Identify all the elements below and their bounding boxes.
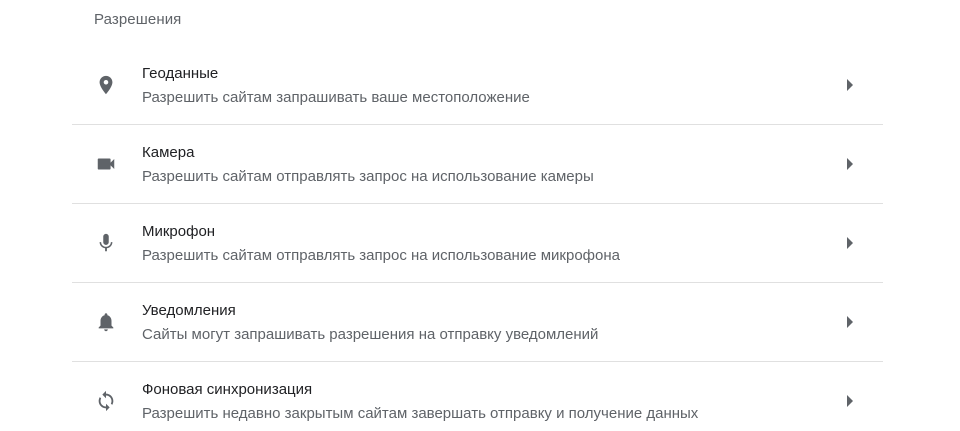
permission-row-notifications[interactable]: Уведомления Сайты могут запрашивать разр… — [72, 283, 883, 362]
permission-row-camera[interactable]: Камера Разрешить сайтам отправлять запро… — [72, 125, 883, 204]
permissions-list: Геоданные Разрешить сайтам запрашивать в… — [72, 46, 883, 431]
permission-description: Разрешить недавно закрытым сайтам заверш… — [142, 405, 699, 422]
chevron-right-icon[interactable] — [843, 157, 857, 171]
permission-title: Фоновая синхронизация — [142, 381, 313, 398]
permission-description: Разрешить сайтам отправлять запрос на ис… — [142, 247, 620, 264]
location-pin-icon — [94, 73, 118, 97]
permission-title: Микрофон — [142, 223, 216, 240]
permission-description: Разрешить сайтам отправлять запрос на ис… — [142, 168, 594, 185]
permission-title: Уведомления — [142, 302, 236, 319]
permission-description: Разрешить сайтам запрашивать ваше местоп… — [142, 89, 530, 106]
microphone-icon — [94, 231, 118, 255]
chevron-right-icon[interactable] — [843, 78, 857, 92]
chevron-right-icon[interactable] — [843, 394, 857, 408]
videocam-icon — [94, 152, 118, 176]
section-title: Разрешения — [94, 11, 182, 28]
permission-row-microphone[interactable]: Микрофон Разрешить сайтам отправлять зап… — [72, 204, 883, 283]
permissions-page: Разрешения Геоданные Разрешить сайтам за… — [0, 0, 960, 431]
permission-row-background-sync[interactable]: Фоновая синхронизация Разрешить недавно … — [72, 362, 883, 431]
permission-title: Камера — [142, 144, 195, 161]
permission-row-location[interactable]: Геоданные Разрешить сайтам запрашивать в… — [72, 46, 883, 125]
chevron-right-icon[interactable] — [843, 236, 857, 250]
bell-icon — [94, 310, 118, 334]
chevron-right-icon[interactable] — [843, 315, 857, 329]
permission-description: Сайты могут запрашивать разрешения на от… — [142, 326, 599, 343]
sync-icon — [94, 389, 118, 413]
permission-title: Геоданные — [142, 65, 219, 82]
